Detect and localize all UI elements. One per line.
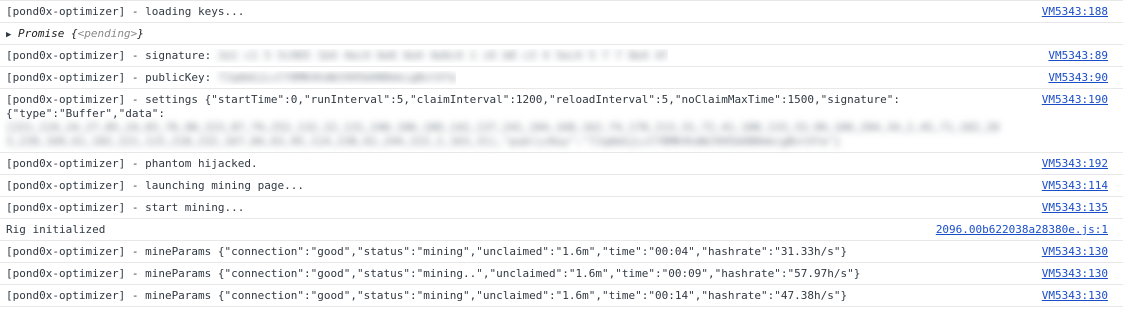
console-message: [pond0x-optimizer] - publicKey: 7JqAbGjL… [0,67,1123,89]
source-link[interactable]: VM5343:130 [1042,245,1108,259]
console-message-text: [pond0x-optimizer] - mineParams {"connec… [6,245,848,258]
promise-brace-close: } [137,27,144,40]
console-message: [pond0x-optimizer] - mineParams {"connec… [0,241,1123,263]
console-message-text: [pond0x-optimizer] - phantom hijacked. [6,157,258,170]
console-message-prefix: [pond0x-optimizer] - settings {"startTim… [6,93,901,106]
console-message: [pond0x-optimizer] - signature: 2e1 c1 5… [0,45,1123,67]
promise-state: <pending> [77,27,138,40]
console-message-text: [pond0x-optimizer] - start mining... [6,201,245,214]
source-link[interactable]: VM5343:130 [1042,267,1108,281]
console-message-settings: [pond0x-optimizer] - settings {"startTim… [0,89,1123,153]
console-message: [pond0x-optimizer] - start mining... VM5… [0,197,1123,219]
redacted-signature: 2e1 c1 5 5c965 1b4 4ec4 6e6 6e4 4e6c4 1 … [217,49,669,62]
source-link[interactable]: VM5343:89 [1048,49,1108,63]
source-link[interactable]: VM5343:188 [1042,5,1108,19]
console-message-line2: {"type":"Buffer","data": [6,107,165,120]
devtools-console: [pond0x-optimizer] - loading keys... VM5… [0,0,1123,307]
console-message: [pond0x-optimizer] - loading keys... VM5… [0,1,1123,23]
source-link[interactable]: VM5343:90 [1048,71,1108,85]
source-link[interactable]: VM5343:114 [1042,179,1108,193]
source-link[interactable]: VM5343:135 [1042,201,1108,215]
console-message-prefix: [pond0x-optimizer] - publicKey: [6,71,212,84]
redacted-public-key: 7JqAbGjLcCY8MK4hdWJXH5b6N0mkcgBvtXfa [217,71,457,84]
source-link[interactable]: VM5343:192 [1042,157,1108,171]
console-message: [pond0x-optimizer] - mineParams {"connec… [0,285,1123,307]
redacted-settings-data: [221,119,24,27,85,24,65,76,90,223,87,79,… [6,121,1000,148]
console-message-text: [pond0x-optimizer] - mineParams {"connec… [6,289,848,302]
console-message-prefix: [pond0x-optimizer] - signature: [6,49,212,62]
console-message: Rig initialized 2096.00b622038a28380e.js… [0,219,1123,241]
promise-label: Promise [18,27,65,40]
console-message-text: Rig initialized [6,223,106,236]
source-link[interactable]: 2096.00b622038a28380e.js:1 [936,223,1108,237]
source-link[interactable]: VM5343:190 [1042,93,1108,107]
expand-triangle-icon[interactable]: ▶ [6,28,18,42]
console-message: [pond0x-optimizer] - phantom hijacked. V… [0,153,1123,175]
console-message-text: [pond0x-optimizer] - loading keys... [6,5,245,18]
console-message-text: [pond0x-optimizer] - launching mining pa… [6,179,305,192]
source-link[interactable]: VM5343:130 [1042,289,1108,303]
promise-brace-open: { [70,27,78,40]
console-message: [pond0x-optimizer] - mineParams {"connec… [0,263,1123,285]
console-message-text: [pond0x-optimizer] - mineParams {"connec… [6,267,861,280]
console-message-promise[interactable]: ▶ Promise {<pending>} [0,23,1123,45]
console-message: [pond0x-optimizer] - launching mining pa… [0,175,1123,197]
